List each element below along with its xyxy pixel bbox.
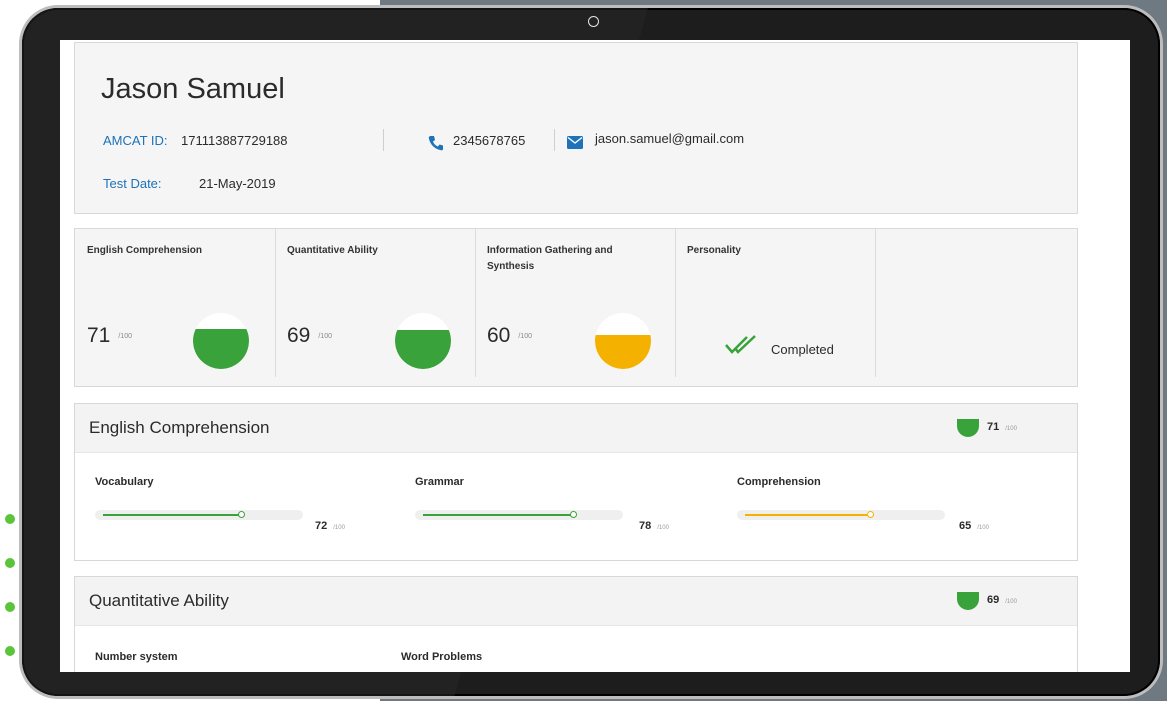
amcat-id-row: AMCAT ID: [103,133,168,148]
mail-icon [567,136,583,149]
subscore-label: Number system [95,651,178,663]
slide-dot[interactable] [5,602,15,612]
amcat-id-value: 171113887729188 [181,133,288,148]
score-card-info[interactable]: Information Gathering and Synthesis 60/1… [475,229,676,377]
amcat-id-label: AMCAT ID: [103,133,168,148]
slide-dot[interactable] [5,558,15,568]
score-card-quant[interactable]: Quantitative Ability 69/100 [275,229,476,377]
slide-dots[interactable] [5,514,15,690]
subscore-value: 72/100 [315,520,345,532]
tablet-camera-icon [588,16,599,27]
subscore-value: 78/100 [639,520,669,532]
subscore-label: Word Problems [401,651,483,663]
section-score: 71/100 [987,421,1017,433]
score-bowl-icon [395,313,451,369]
candidate-name: Jason Samuel [101,73,285,105]
subscore-bar [415,510,623,520]
score-title: Information Gathering and Synthesis [487,245,613,272]
subscore-bar [95,510,303,520]
divider [383,129,384,151]
section-title: Quantitative Ability [89,591,229,610]
score-bowl-icon [193,313,249,369]
mini-bowl-icon [957,419,979,437]
tablet-screen: Jason Samuel AMCAT ID: 171113887729188 2… [60,40,1130,672]
score-card-english[interactable]: English Comprehension 71/100 [75,229,276,377]
divider [554,129,555,151]
score-bowl-icon [595,313,651,369]
profile-card: Jason Samuel AMCAT ID: 171113887729188 2… [74,42,1078,214]
test-date-label: Test Date: [103,176,162,191]
subscore-label: Vocabulary [95,476,154,488]
test-date-value: 21-May-2019 [199,176,276,191]
quant-section-header[interactable]: Quantitative Ability 69/100 [75,577,1077,626]
english-section-header[interactable]: English Comprehension 71/100 [75,404,1077,453]
english-section: English Comprehension 71/100 Vocabulary … [74,403,1078,561]
slide-dot[interactable] [5,646,15,656]
personality-status: Completed [771,342,834,357]
double-check-icon [725,335,756,354]
slide-dot[interactable] [5,514,15,524]
score-card-personality[interactable]: Personality Completed [675,229,876,377]
subscore-label: Comprehension [737,476,821,488]
subscore-bar [737,510,945,520]
section-title: English Comprehension [89,418,270,437]
mini-bowl-icon [957,592,979,610]
score-title: Quantitative Ability [287,245,378,256]
subscore-value: 65/100 [959,520,989,532]
phone-icon [428,136,443,151]
score-value: 69/100 [287,324,332,347]
score-value: 71/100 [87,324,132,347]
score-title: English Comprehension [87,245,203,256]
email-address[interactable]: jason.samuel@gmail.com [595,131,744,146]
quant-section: Quantitative Ability 69/100 Number syste… [74,576,1078,672]
phone-number: 2345678765 [453,133,526,148]
score-title: Personality [687,245,741,256]
score-summary: English Comprehension 71/100 Quantitativ… [74,228,1078,387]
score-value: 60/100 [487,324,532,347]
section-score: 69/100 [987,594,1017,606]
subscore-label: Grammar [415,476,464,488]
test-date-row: Test Date: [103,176,162,191]
